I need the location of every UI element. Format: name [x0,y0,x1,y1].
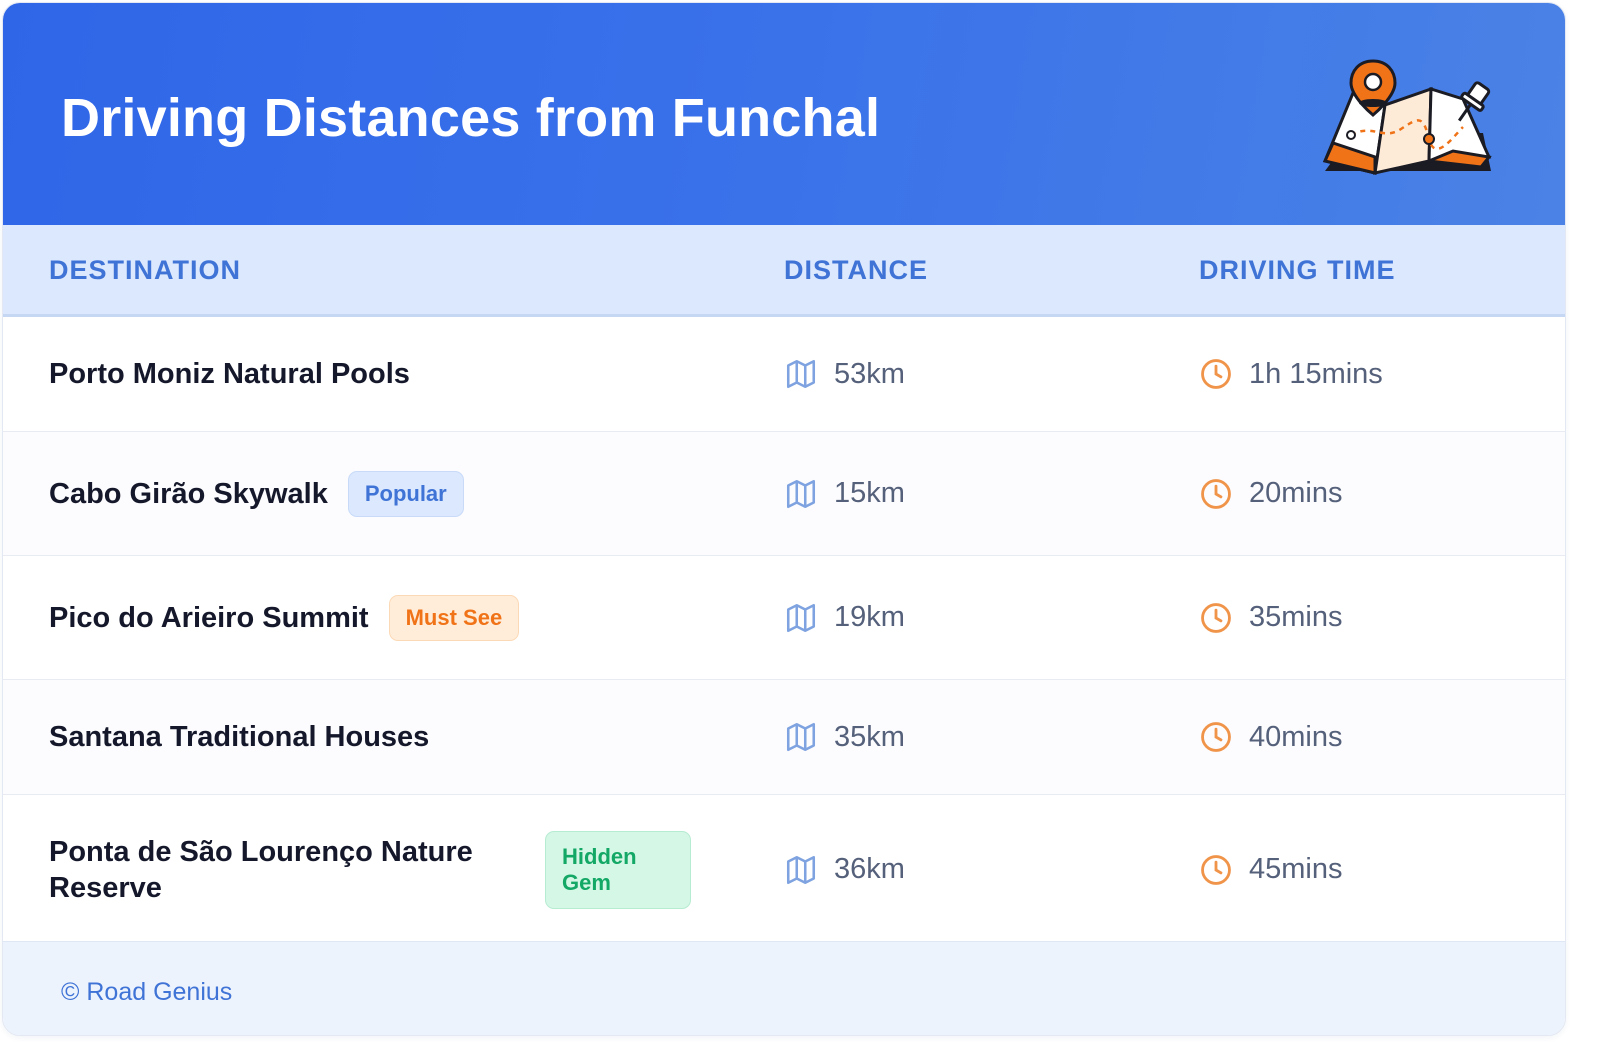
destination-cell: Santana Traditional Houses [49,680,429,794]
distance-cell: 15km [784,432,905,555]
table-row: Cabo Girão Skywalk Popular 15km 20mins [3,432,1565,556]
distance-card: Driving Distances from Funchal DESTINATI… [2,2,1566,1036]
distance-cell: 53km [784,317,905,431]
clock-icon [1201,359,1231,389]
hidden-gem-badge: Hidden Gem [545,830,691,909]
destination-name: Porto Moniz Natural Pools [49,358,410,390]
distance-value: 36km [834,853,905,885]
map-icon [786,603,816,632]
table-row: Ponta de São Lourenço Nature Reserve Hid… [3,795,1565,944]
map-with-pins-icon [1322,59,1492,175]
column-header-destination: DESTINATION [49,255,241,285]
column-header-distance: DISTANCE [784,255,929,285]
time-value: 40mins [1249,720,1343,753]
destination-name: Ponta de São Lourenço Nature Reserve [49,835,473,904]
map-icon [786,359,816,389]
card-header: Driving Distances from Funchal [3,3,1565,225]
map-icon [786,855,816,884]
time-value: 20mins [1249,477,1343,509]
table-row: Pico do Arieiro Summit Must See 19km 35m… [3,556,1565,680]
time-value: 1h 15mins [1249,357,1383,390]
distance-cell: 19km [784,556,905,679]
card-footer: © Road Genius [3,941,1565,1035]
column-header-driving-time: DRIVING TIME [1199,255,1396,285]
map-icon [786,479,816,508]
distance-cell: 36km [784,795,905,944]
footer-credit: © Road Genius [61,978,233,1006]
destination-cell: Porto Moniz Natural Pools [49,317,410,431]
destination-cell: Pico do Arieiro Summit Must See [49,556,520,679]
destination-name: Cabo Girão Skywalk [49,477,328,510]
distance-value: 19km [834,601,905,633]
time-cell: 45mins [1199,795,1343,944]
map-icon [786,722,816,752]
distance-value: 15km [834,477,905,509]
popular-badge: Popular [347,470,464,517]
distance-value: 53km [834,357,905,390]
time-cell: 1h 15mins [1199,317,1383,431]
table-header: DESTINATION DISTANCE DRIVING TIME [3,225,1565,317]
table-row: Santana Traditional Houses 35km 40mins [3,680,1565,795]
destination-cell: Ponta de São Lourenço Nature Reserve Hid… [49,795,691,944]
clock-icon [1201,602,1231,633]
must-see-badge: Must See [388,594,520,641]
time-value: 45mins [1249,853,1343,885]
distance-value: 35km [834,720,905,753]
time-cell: 35mins [1199,556,1343,679]
page-title: Driving Distances from Funchal [61,88,881,148]
clock-icon [1201,478,1231,509]
time-cell: 20mins [1199,432,1343,555]
destination-name: Santana Traditional Houses [49,721,430,753]
time-value: 35mins [1249,601,1343,633]
distance-cell: 35km [784,680,905,794]
destination-name: Pico do Arieiro Summit [49,601,369,634]
clock-icon [1201,854,1231,885]
time-cell: 40mins [1199,680,1343,794]
clock-icon [1201,722,1231,752]
table-row: Porto Moniz Natural Pools 53km 1h 15mins [3,317,1565,432]
destination-cell: Cabo Girão Skywalk Popular [49,432,464,555]
